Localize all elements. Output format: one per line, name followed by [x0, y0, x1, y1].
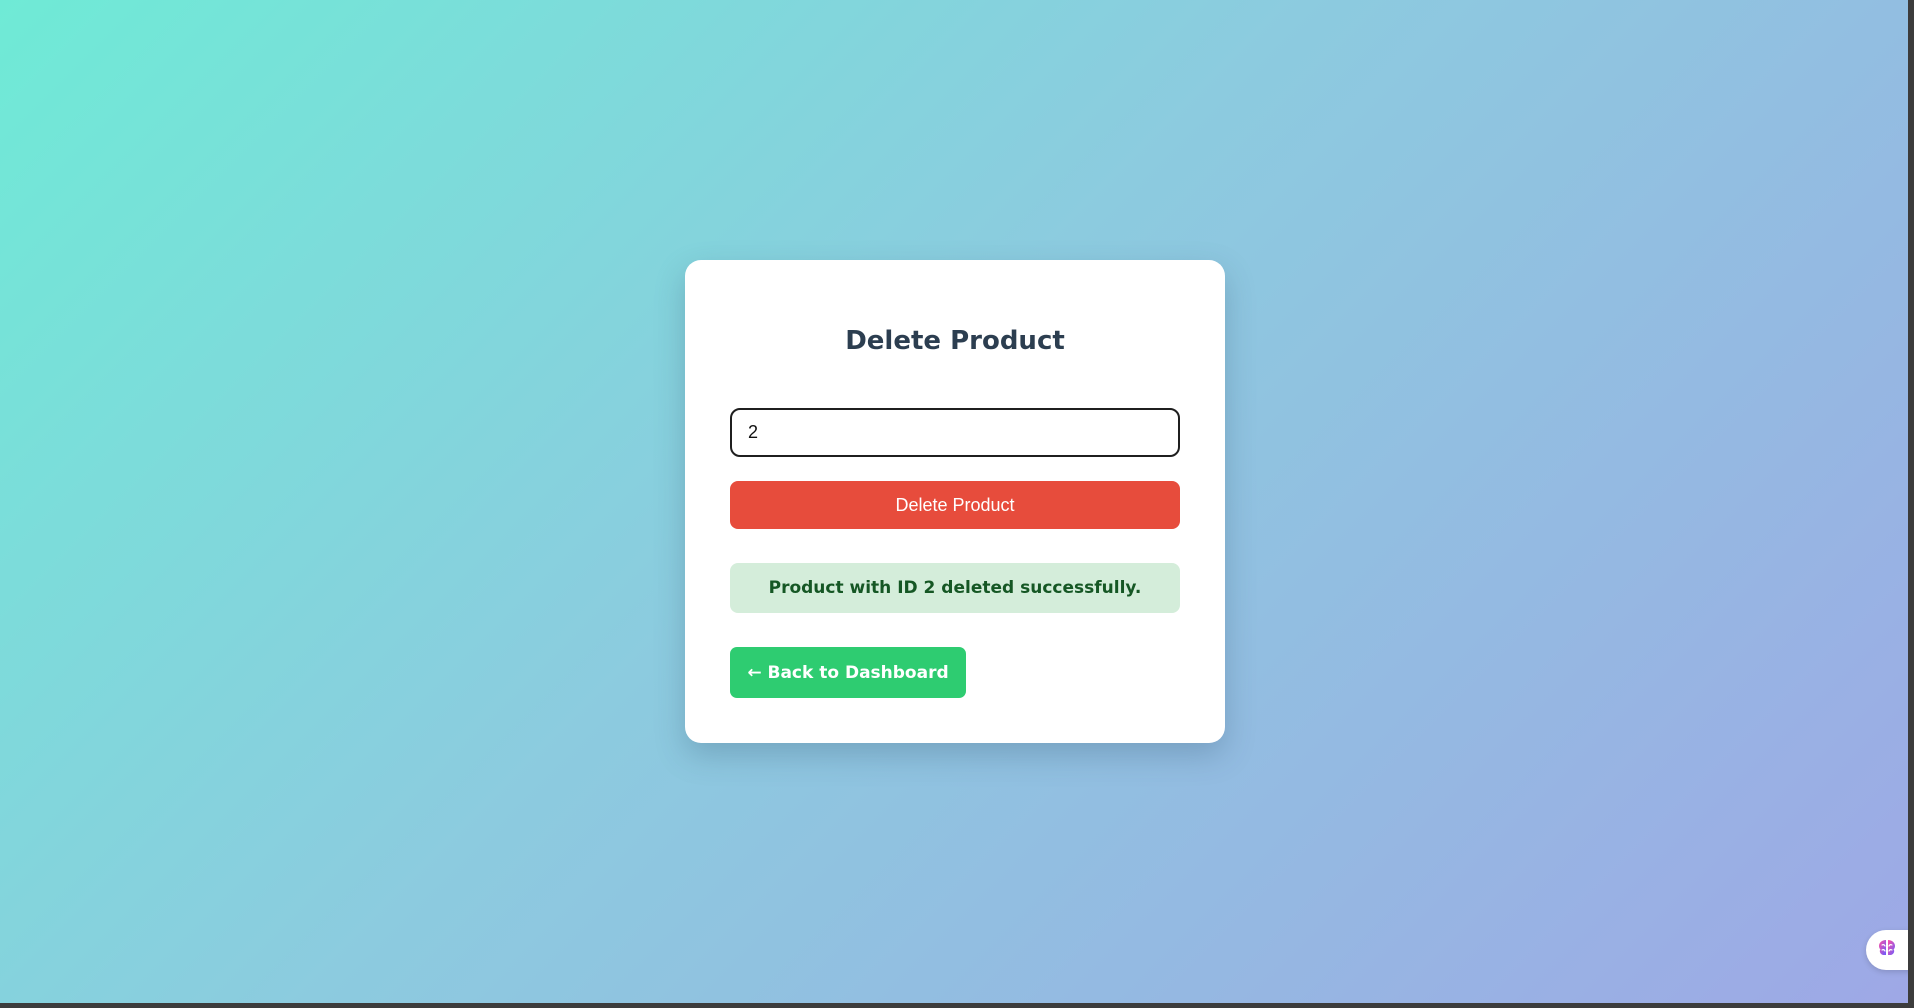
- product-id-input[interactable]: [730, 408, 1180, 457]
- delete-product-card: Delete Product Delete Product Product wi…: [685, 260, 1225, 743]
- extension-widget[interactable]: [1866, 930, 1914, 970]
- page-background: Delete Product Delete Product Product wi…: [0, 0, 1914, 1003]
- window-bottom-edge: [0, 1003, 1914, 1008]
- brain-icon: [1876, 937, 1898, 963]
- back-to-dashboard-button[interactable]: ← Back to Dashboard: [730, 647, 966, 698]
- success-message-text: Product with ID 2 deleted successfully.: [768, 578, 1142, 598]
- success-message: Product with ID 2 deleted successfully.: [730, 563, 1180, 613]
- window-right-edge: [1908, 0, 1914, 1008]
- page-title: Delete Product: [845, 326, 1065, 356]
- back-to-dashboard-label: ← Back to Dashboard: [747, 662, 949, 683]
- delete-product-button[interactable]: Delete Product: [730, 481, 1180, 529]
